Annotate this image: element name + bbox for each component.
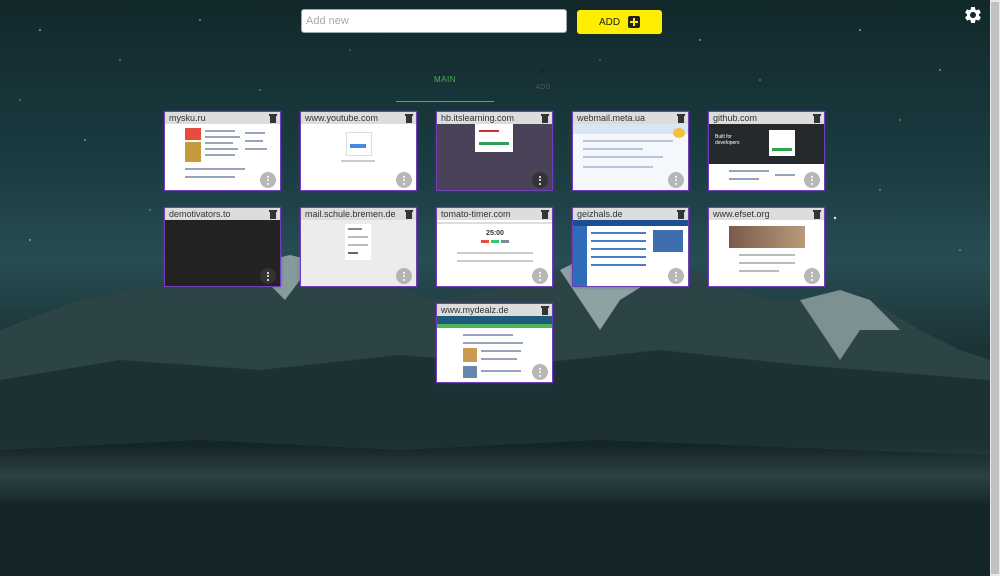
tile-menu-button[interactable] — [396, 268, 412, 284]
tile-title: www.efset.org — [713, 209, 770, 219]
tile-mydealz[interactable]: www.mydealz.de — [437, 304, 552, 382]
tile-header: github.com — [709, 112, 824, 124]
tile-header: demotivators.to — [165, 208, 280, 220]
fog — [0, 446, 990, 506]
tile-title: www.mydealz.de — [441, 305, 509, 315]
tile-mysku[interactable]: mysku.ru — [165, 112, 280, 190]
tab-add[interactable]: + ADD — [530, 64, 556, 96]
tile-efset[interactable]: www.efset.org — [709, 208, 824, 286]
tab-main-underline — [396, 101, 494, 102]
mountain-landscape — [0, 250, 990, 576]
tile-menu-button[interactable] — [804, 172, 820, 188]
tile-header: hb.itslearning.com — [437, 112, 552, 124]
tile-itslearning[interactable]: hb.itslearning.com — [437, 112, 552, 190]
tile-menu-button[interactable] — [668, 268, 684, 284]
scrollbar-thumb[interactable] — [991, 2, 999, 574]
tab-main[interactable]: MAIN — [396, 74, 494, 102]
tile-header: mysku.ru — [165, 112, 280, 124]
tile-menu-button[interactable] — [804, 268, 820, 284]
tile-menu-button[interactable] — [260, 268, 276, 284]
tile-header: www.efset.org — [709, 208, 824, 220]
add-box-icon — [628, 16, 641, 28]
tile-schule-bremen[interactable]: mail.schule.bremen.de — [301, 208, 416, 286]
github-thumb-heading: Built for developers — [715, 134, 740, 146]
tile-title: tomato-timer.com — [441, 209, 511, 219]
tile-menu-button[interactable] — [668, 172, 684, 188]
tile-header: tomato-timer.com — [437, 208, 552, 220]
tab-main-label: MAIN — [434, 75, 456, 84]
tile-title: mail.schule.bremen.de — [305, 209, 396, 219]
tile-title: github.com — [713, 113, 758, 123]
starry-sky — [19, 19, 961, 251]
trash-icon[interactable] — [405, 209, 413, 219]
tile-menu-button[interactable] — [396, 172, 412, 188]
tile-title: demotivators.to — [169, 209, 231, 219]
scrollbar[interactable] — [990, 0, 1000, 576]
tile-menu-button[interactable] — [260, 172, 276, 188]
tile-menu-button[interactable] — [532, 364, 548, 380]
trash-icon[interactable] — [677, 209, 685, 219]
tile-menu-button[interactable] — [532, 172, 548, 188]
add-button[interactable]: ADD — [577, 10, 662, 34]
tile-menu-button[interactable] — [532, 268, 548, 284]
trash-icon[interactable] — [813, 113, 821, 123]
tile-title: mysku.ru — [169, 113, 206, 123]
tab-add-label: ADD — [535, 84, 551, 91]
tile-header: geizhals.de — [573, 208, 688, 220]
tile-demotivators[interactable]: demotivators.to — [165, 208, 280, 286]
tile-title: geizhals.de — [577, 209, 623, 219]
tile-youtube[interactable]: www.youtube.com — [301, 112, 416, 190]
trash-icon[interactable] — [405, 113, 413, 123]
trash-icon[interactable] — [677, 113, 685, 123]
add-new-input[interactable] — [301, 9, 567, 33]
trash-icon[interactable] — [541, 209, 549, 219]
tile-header: mail.schule.bremen.de — [301, 208, 416, 220]
trash-icon[interactable] — [813, 209, 821, 219]
tile-header: www.mydealz.de — [437, 304, 552, 316]
tile-github[interactable]: github.com Built for developers — [709, 112, 824, 190]
gear-icon[interactable] — [963, 5, 983, 25]
tile-title: hb.itslearning.com — [441, 113, 515, 123]
tomato-thumb-time: 25:00 — [486, 230, 504, 237]
tile-header: www.youtube.com — [301, 112, 416, 124]
tile-title: www.youtube.com — [305, 113, 379, 123]
tile-title: webmail.meta.ua — [577, 113, 646, 123]
tile-tomato-timer[interactable]: tomato-timer.com 25:00 — [437, 208, 552, 286]
trash-icon[interactable] — [541, 305, 549, 315]
plus-icon: + — [538, 63, 548, 80]
trash-icon[interactable] — [269, 113, 277, 123]
add-button-label: ADD — [598, 16, 621, 28]
tile-webmail-meta[interactable]: webmail.meta.ua — [573, 112, 688, 190]
tile-geizhals[interactable]: geizhals.de — [573, 208, 688, 286]
trash-icon[interactable] — [541, 113, 549, 123]
tile-header: webmail.meta.ua — [573, 112, 688, 124]
trash-icon[interactable] — [269, 209, 277, 219]
